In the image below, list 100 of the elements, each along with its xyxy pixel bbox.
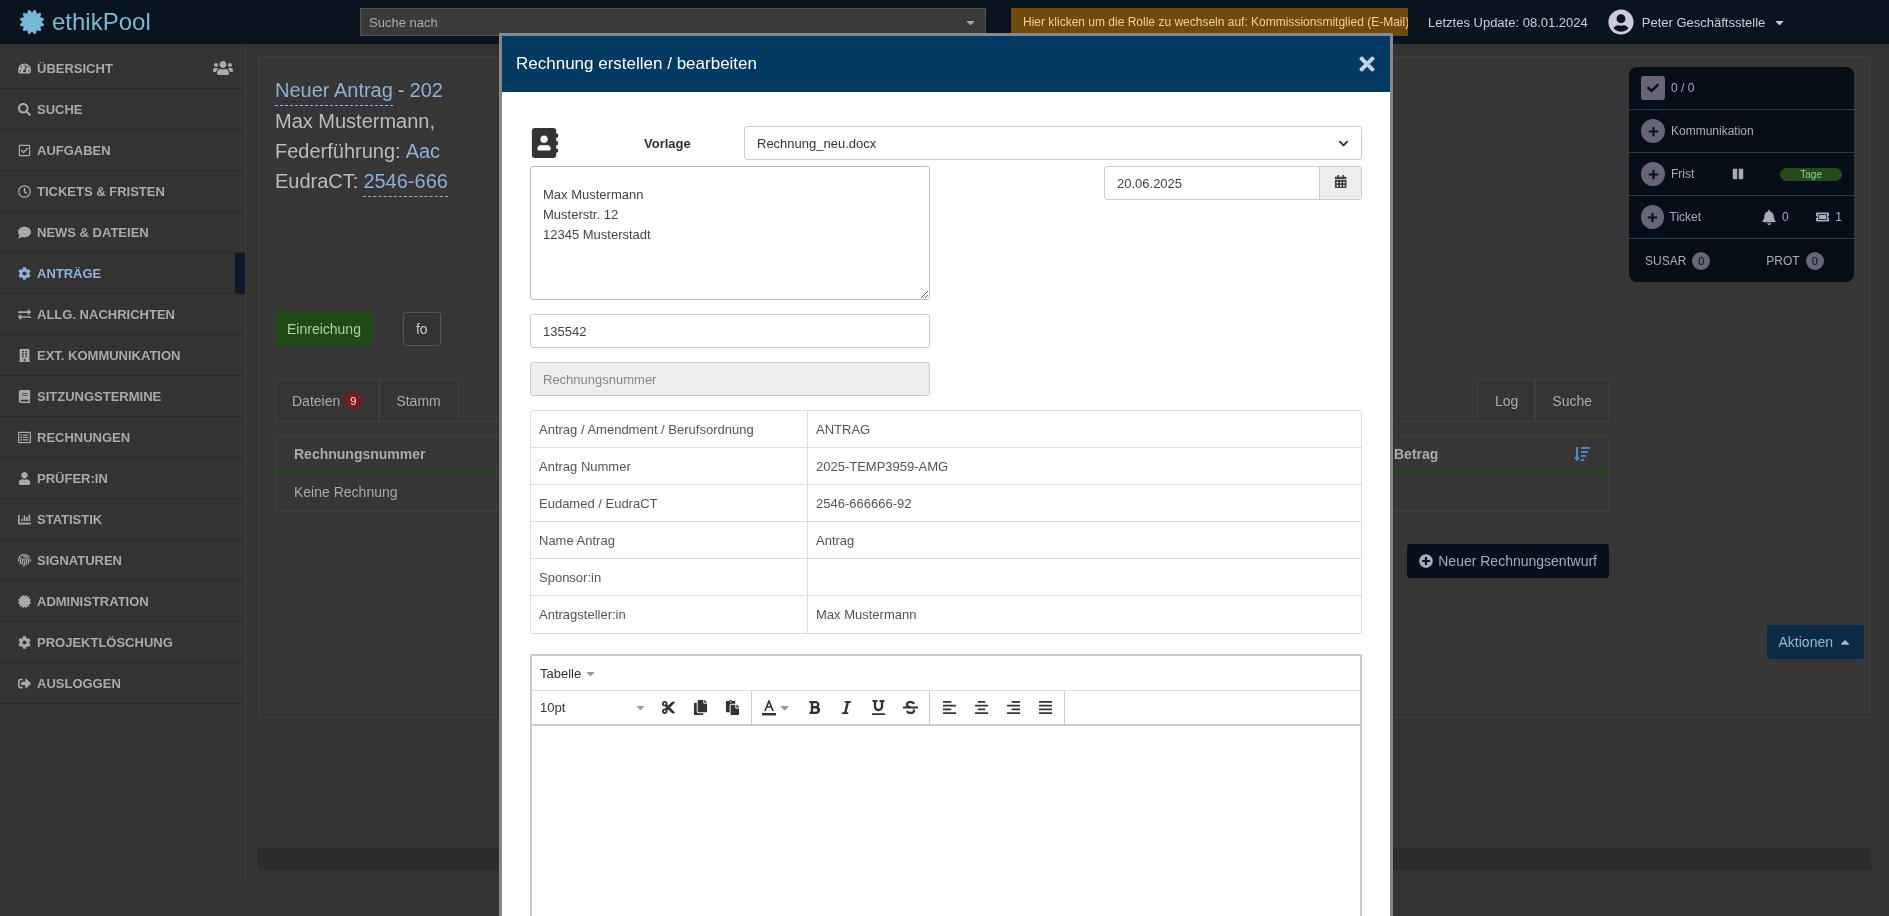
sidebar-item[interactable]: RECHNUNGEN bbox=[0, 417, 245, 458]
value-cell-text: 2546-666666-92 bbox=[815, 494, 913, 513]
value-cell-text: ANTRAG bbox=[815, 420, 872, 439]
sidebar-item[interactable]: NEWS & DATEIEN bbox=[0, 212, 245, 253]
table-menu[interactable]: Tabelle bbox=[540, 665, 598, 681]
tab[interactable]: Suche bbox=[1535, 379, 1609, 421]
logout-icon bbox=[18, 676, 31, 690]
checkbox-icon bbox=[18, 143, 31, 157]
label-cell: Eudamed / EudraCT bbox=[531, 485, 808, 521]
pause-icon[interactable] bbox=[1732, 168, 1744, 180]
sidebar-item[interactable]: SUCHE bbox=[0, 89, 245, 130]
value-cell-text: 2025-TEMP3959-AMG bbox=[815, 457, 950, 476]
prot-label: PROT bbox=[1766, 253, 1800, 268]
sidebar-item[interactable]: ANTRÄGE bbox=[0, 253, 245, 294]
sidebar-item[interactable]: EXT. KOMMUNIKATION bbox=[0, 335, 245, 376]
column-header: Rechnungsnummer bbox=[294, 445, 427, 462]
label-cell: Antrag Nummer bbox=[531, 448, 808, 484]
sidebar-item[interactable]: SITZUNGSTERMINE bbox=[0, 376, 245, 417]
sidebar-item[interactable]: AUSLOGGEN bbox=[0, 663, 245, 704]
users-icon bbox=[213, 58, 233, 78]
days-pill: Tage bbox=[1780, 167, 1842, 181]
sidebar-item[interactable]: TICKETS & FRISTEN bbox=[0, 171, 245, 212]
address-field[interactable]: Max Mustermann Musterstr. 12 12345 Musterstadt bbox=[530, 166, 930, 300]
checkbox-icon bbox=[1641, 76, 1665, 100]
add-icon[interactable] bbox=[1641, 162, 1665, 186]
arrows-icon bbox=[18, 307, 31, 321]
user-menu[interactable]: Peter Geschäftsstelle bbox=[1607, 9, 1787, 35]
column-header: Betrag bbox=[1394, 445, 1440, 462]
role-switch-banner[interactable]: Hier klicken um die Rolle zu wechseln auf: Kommissionsmitglied (E-Mail) bbox=[1011, 8, 1408, 36]
susar-label: SUSAR bbox=[1645, 253, 1687, 268]
sidebar-item[interactable]: ALLG. NACHRICHTEN bbox=[0, 294, 245, 335]
avatar-icon bbox=[1607, 9, 1634, 35]
sidebar-item[interactable]: PROJEKTLÖSCHUNG bbox=[0, 622, 245, 663]
sidebar-item[interactable]: AUFGABEN bbox=[0, 130, 245, 171]
sidebar-item[interactable]: PRÜFER:IN bbox=[0, 458, 245, 499]
action-button[interactable]: fo bbox=[402, 312, 441, 346]
deadline-label: Frist bbox=[1671, 167, 1696, 181]
gear-icon bbox=[18, 635, 31, 649]
actions-button[interactable]: Aktionen bbox=[1766, 625, 1864, 659]
contact-book-icon bbox=[530, 128, 560, 158]
label-cell: Antrag / Amendment / Berufsordnung bbox=[531, 411, 808, 447]
clock-icon bbox=[18, 184, 31, 198]
sort-icon[interactable] bbox=[1574, 445, 1590, 462]
tab[interactable]: Log bbox=[1477, 379, 1536, 421]
sidebar-item[interactable]: STATISTIK bbox=[0, 499, 245, 540]
communication-label: Kommunikation bbox=[1671, 124, 1754, 138]
comment-icon bbox=[18, 225, 31, 239]
table-cell: Keine Rechnung bbox=[294, 484, 398, 500]
new-draft-button[interactable]: Neuer Rechnungsentwurf bbox=[1407, 544, 1609, 578]
bell-count: 0 bbox=[1782, 210, 1790, 224]
template-select[interactable]: Rechnung_neu.docx bbox=[744, 126, 1362, 160]
ticket-icon bbox=[1816, 210, 1830, 224]
value-cell-text: Max Mustermann bbox=[815, 606, 918, 624]
project-link[interactable]: Neuer Antrag bbox=[275, 75, 393, 106]
user-icon bbox=[18, 471, 31, 485]
task-count: 0 / 0 bbox=[1671, 81, 1695, 95]
value-cell-text: Antrag bbox=[815, 531, 856, 550]
calendar-icon bbox=[1333, 174, 1348, 189]
logo-icon bbox=[20, 10, 44, 34]
list-icon bbox=[18, 430, 31, 444]
prot-count: 0 bbox=[1805, 251, 1824, 270]
brand-logo: ethikPool bbox=[20, 8, 340, 36]
date-field[interactable]: 20.06.2025 bbox=[1104, 166, 1362, 200]
bell-icon bbox=[1761, 209, 1776, 225]
susar-count: 0 bbox=[1692, 251, 1711, 270]
lead-label: Federführung: bbox=[275, 139, 401, 164]
gear-icon bbox=[18, 266, 31, 280]
add-icon[interactable] bbox=[1641, 205, 1664, 229]
project-id-text: 202 bbox=[409, 78, 443, 103]
search-icon bbox=[18, 102, 31, 116]
add-icon[interactable] bbox=[1641, 119, 1665, 143]
label-cell: Sponsor:in bbox=[531, 559, 808, 595]
calendar-button[interactable] bbox=[1319, 167, 1361, 199]
search-field[interactable]: Suche nach bbox=[360, 8, 986, 36]
font-size-select[interactable]: 10pt bbox=[536, 700, 651, 715]
label-cell: Name Antrag bbox=[531, 522, 808, 558]
eudract-link[interactable]: 2546-666 bbox=[363, 166, 448, 197]
submit-button[interactable]: Einreichung bbox=[275, 312, 373, 346]
label-cell: Antragsteller:in bbox=[531, 596, 808, 633]
sidebar-item[interactable]: SIGNATUREN bbox=[0, 540, 245, 581]
gauge-icon bbox=[18, 61, 31, 75]
book-icon bbox=[18, 389, 31, 403]
count-badge: 9 bbox=[344, 392, 363, 409]
sidebar-item[interactable]: ÜBERSICHT bbox=[0, 48, 245, 89]
dialog-title: Rechnung erstellen / bearbeiten bbox=[516, 54, 757, 74]
lead-value: Aac bbox=[405, 139, 441, 164]
applicant-text: Max Mustermann, bbox=[275, 109, 436, 134]
rich-text-editor[interactable]: Tabelle 10pt bbox=[530, 654, 1362, 916]
separator-text: - bbox=[397, 78, 405, 103]
ticket-label: Ticket bbox=[1669, 210, 1703, 224]
number-field[interactable]: 135542 bbox=[530, 314, 930, 348]
tab[interactable]: Stamm bbox=[379, 379, 458, 421]
text-color-icon bbox=[762, 699, 776, 716]
eudract-label: EudraCT: bbox=[275, 169, 359, 194]
last-update-text: Letztes Update: 08.01.2024 bbox=[1428, 14, 1588, 30]
ticket-count: 1 bbox=[1835, 210, 1842, 224]
sidebar-item[interactable]: ADMINISTRATION bbox=[0, 581, 245, 622]
chart-icon bbox=[18, 512, 31, 526]
tab[interactable]: Dateien 9 bbox=[275, 379, 380, 421]
building-icon bbox=[18, 348, 31, 362]
